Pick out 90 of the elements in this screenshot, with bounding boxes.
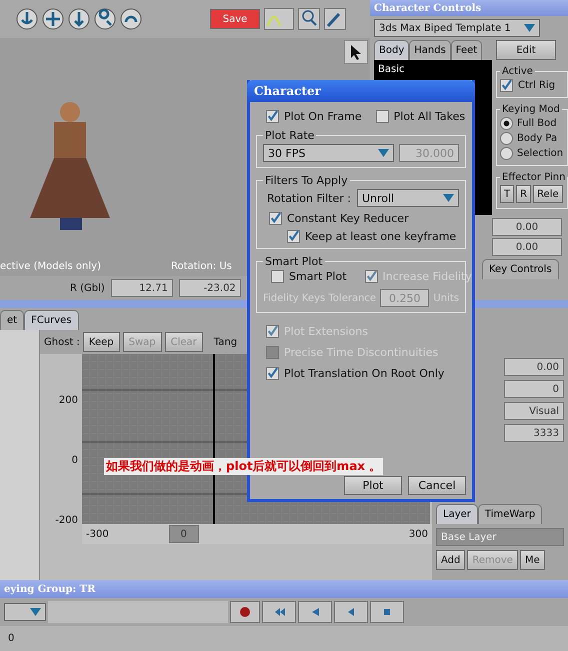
x-axis-label: -300 — [86, 528, 109, 540]
x-axis-label: 300 — [408, 528, 428, 540]
layer-tab[interactable]: Layer — [436, 504, 478, 524]
checkbox-label: Plot Translation On Root Only — [284, 367, 444, 380]
keying-mode-group: Keying Mod Full Bod Body Pa Selection — [496, 104, 568, 166]
y-axis-label: -200 — [55, 514, 78, 526]
panel-title: eying Group: TR — [4, 584, 96, 594]
transform-field[interactable]: 12.71 — [110, 279, 173, 297]
checkbox-label: Plot On Frame — [284, 110, 362, 123]
checkbox[interactable] — [271, 270, 284, 283]
navigation-icon[interactable] — [68, 8, 90, 30]
radio-button[interactable] — [500, 147, 513, 160]
transform-label: R (Gbl) — [70, 282, 105, 294]
checkbox-label: Ctrl Rig — [518, 80, 556, 91]
checkbox[interactable] — [269, 212, 282, 225]
current-frame-field[interactable]: 0 — [168, 525, 199, 543]
curve-icon[interactable] — [264, 8, 294, 30]
save-button[interactable]: Save — [210, 9, 260, 29]
editor-tab[interactable]: FCurves — [24, 310, 79, 330]
radio-button[interactable] — [500, 117, 513, 130]
navigation-icon[interactable] — [42, 8, 64, 30]
value-field[interactable]: 0.00 — [492, 218, 562, 236]
active-group: Active Ctrl Rig — [496, 66, 568, 98]
dropdown-arrow-icon — [443, 194, 454, 202]
checkbox[interactable] — [500, 79, 513, 92]
viewport-label: ective (Models only) — [0, 261, 101, 272]
editor-tab[interactable]: et — [0, 310, 24, 330]
navigation-icon[interactable] — [94, 8, 116, 30]
dropdown-arrow-icon — [524, 24, 535, 32]
dropdown-arrow-icon — [378, 149, 389, 157]
frame-number: 0 — [8, 633, 14, 644]
property-field[interactable]: 0.00 — [504, 358, 564, 376]
transport-icon[interactable] — [370, 601, 404, 623]
body-part-tab[interactable]: Feet — [450, 40, 482, 60]
property-field[interactable]: Visual — [504, 402, 564, 420]
tangent-label: Tang — [214, 336, 238, 348]
radio-label: Body Pa — [517, 133, 558, 144]
y-axis-label: 200 — [58, 394, 78, 406]
dialog-title: Character — [247, 80, 475, 102]
body-part-tab[interactable]: Body — [374, 40, 410, 60]
record-icon[interactable] — [230, 601, 260, 623]
template-dropdown[interactable]: 3ds Max Biped Template 1 — [374, 19, 540, 37]
plot-rate-dropdown[interactable]: 30 FPS — [263, 144, 394, 162]
body-part-tab[interactable]: Hands — [409, 40, 451, 60]
property-field[interactable]: 0 — [504, 380, 564, 398]
edit-button[interactable]: Edit — [496, 40, 556, 60]
checkbox[interactable] — [287, 230, 300, 243]
radio-label: Selection — [517, 148, 564, 159]
checkbox[interactable] — [266, 110, 279, 123]
radio-label: Full Bod — [517, 118, 557, 129]
viewport-label: Rotation: Us — [170, 261, 232, 272]
rotation-filter-label: Rotation Filter : — [267, 192, 351, 204]
ghost-label: Ghost : — [44, 336, 80, 348]
checkbox[interactable] — [266, 367, 279, 380]
checkbox-label: Constant Key Reducer — [287, 212, 409, 225]
y-axis-label: 0 — [72, 454, 78, 466]
effector-button[interactable]: Rele — [533, 185, 563, 203]
cancel-button[interactable]: Cancel — [408, 476, 466, 495]
transform-field[interactable]: -23.02 — [178, 279, 241, 297]
effector-button[interactable]: T — [500, 185, 514, 203]
radio-button[interactable] — [500, 132, 513, 145]
effector-group: Effector Pinn T R Rele — [496, 172, 568, 209]
layer-tab[interactable]: TimeWarp — [478, 504, 542, 524]
view-label: Basic — [378, 64, 404, 75]
plot-rate-group: Plot Rate 30 FPS 30.000 — [256, 129, 466, 168]
transport-icon[interactable] — [298, 601, 332, 623]
transport-icon[interactable] — [334, 601, 368, 623]
property-field[interactable]: 3333 — [504, 424, 564, 442]
keying-group-dropdown[interactable] — [4, 603, 46, 621]
value-field[interactable]: 0.00 — [492, 238, 562, 256]
checkbox-label: Keep at least one keyframe — [305, 230, 456, 243]
checkbox-label: Plot All Takes — [394, 110, 466, 123]
navigation-icon[interactable] — [120, 8, 142, 30]
dropdown-arrow-icon — [30, 608, 41, 616]
annotation-text: 如果我们做的是动画，plot后就可以倒回到max 。 — [104, 458, 384, 475]
effector-button[interactable]: R — [516, 185, 532, 203]
checkbox-label: Smart Plot — [289, 270, 347, 283]
checkbox[interactable] — [376, 110, 389, 123]
transport-icon[interactable] — [262, 601, 296, 623]
filters-group: Filters To Apply Rotation Filter : Unroll Constant Key Reducer Keep at least one keyframe — [256, 174, 466, 249]
key-controls-tab[interactable]: Key Controls — [482, 259, 559, 279]
pen-icon[interactable] — [324, 8, 346, 30]
layer-button[interactable]: Me — [520, 550, 545, 570]
pointer-icon[interactable] — [350, 44, 362, 60]
layer-button[interactable]: Add — [436, 550, 466, 570]
plot-button[interactable]: Plot — [344, 476, 402, 495]
navigation-icon[interactable] — [16, 8, 38, 30]
panel-title: Character Controls — [374, 2, 482, 14]
ghost-button[interactable]: Keep — [82, 332, 120, 352]
rotation-filter-dropdown[interactable]: Unroll — [356, 189, 459, 207]
